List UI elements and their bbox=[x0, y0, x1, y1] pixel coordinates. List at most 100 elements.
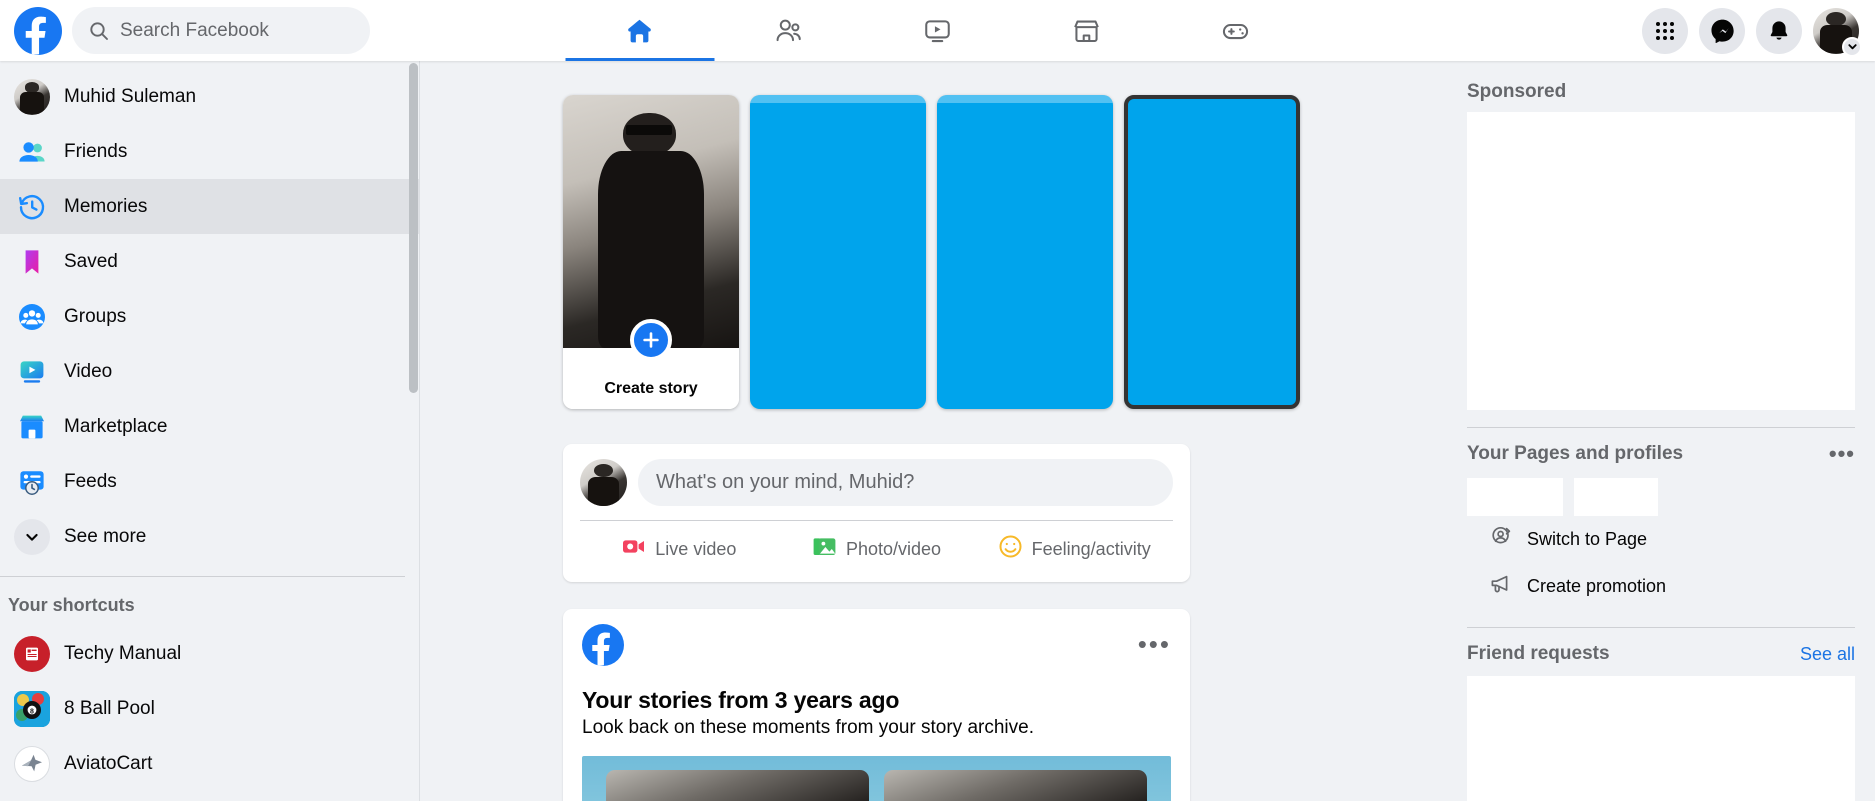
create-promotion-button[interactable]: Create promotion bbox=[1467, 563, 1855, 610]
megaphone-icon bbox=[1489, 572, 1513, 601]
sidebar-item-groups[interactable]: Groups bbox=[6, 289, 413, 344]
plus-icon bbox=[630, 319, 672, 361]
svg-text:8: 8 bbox=[30, 708, 34, 715]
tab-friends[interactable] bbox=[714, 0, 863, 61]
search-input[interactable]: Search Facebook bbox=[72, 7, 370, 54]
rightbar-divider-2 bbox=[1467, 627, 1855, 628]
composer-placeholder: What's on your mind, Muhid? bbox=[656, 471, 915, 493]
facebook-logo-icon[interactable] bbox=[14, 6, 62, 55]
sponsored-ad-slot[interactable] bbox=[1467, 112, 1855, 410]
chevron-down-icon bbox=[1842, 36, 1862, 57]
sidebar-item-marketplace[interactable]: Marketplace bbox=[6, 399, 413, 454]
pages-thumbnails bbox=[1467, 478, 1855, 516]
tab-home[interactable] bbox=[565, 0, 714, 61]
tab-video[interactable] bbox=[863, 0, 1012, 61]
story-card-3[interactable] bbox=[937, 95, 1113, 409]
video-icon bbox=[14, 354, 50, 390]
shortcut-label: AviatoCart bbox=[64, 752, 153, 774]
page-thumbnail[interactable] bbox=[1574, 478, 1658, 516]
topbar-nav-tabs bbox=[565, 0, 1310, 61]
composer-top-row: What's on your mind, Muhid? bbox=[580, 459, 1173, 506]
shortcut-item-aviatocart[interactable]: AviatoCart bbox=[6, 736, 413, 791]
tab-gaming[interactable] bbox=[1161, 0, 1310, 61]
search-icon bbox=[89, 21, 109, 41]
pages-label: Your Pages and profiles bbox=[1467, 443, 1684, 464]
account-avatar[interactable] bbox=[1813, 7, 1862, 57]
profile-avatar-icon bbox=[14, 78, 50, 115]
post-title: Your stories from 3 years ago bbox=[582, 687, 900, 713]
sidebar-item-memories[interactable]: Memories bbox=[0, 179, 419, 234]
sponsored-heading: Sponsored bbox=[1467, 81, 1855, 103]
composer-avatar bbox=[580, 459, 627, 506]
messenger-icon[interactable] bbox=[1699, 7, 1745, 54]
sidebar-item-feeds[interactable]: Feeds bbox=[6, 454, 413, 509]
facebook-logo-icon bbox=[582, 624, 624, 671]
post-menu-icon[interactable]: ••• bbox=[1138, 624, 1171, 657]
smiley-icon bbox=[998, 534, 1023, 564]
topbar-right-group bbox=[1642, 0, 1862, 61]
friends-icon bbox=[14, 134, 50, 170]
switch-to-page-label: Switch to Page bbox=[1527, 529, 1648, 549]
create-story-background bbox=[563, 95, 739, 348]
feeling-activity-button[interactable]: Feeling/activity bbox=[975, 525, 1173, 573]
chevron-down-icon bbox=[14, 518, 50, 555]
switch-to-page-button[interactable]: Switch to Page bbox=[1467, 516, 1855, 563]
feeds-icon bbox=[14, 464, 50, 500]
sidebar-item-profile[interactable]: Muhid Suleman bbox=[6, 69, 413, 124]
post-thumbnail[interactable] bbox=[884, 770, 1147, 801]
story-card-4[interactable] bbox=[1124, 95, 1300, 409]
create-post-input[interactable]: What's on your mind, Muhid? bbox=[638, 459, 1173, 506]
sidebar-divider bbox=[0, 576, 405, 577]
sidebar-item-see-more[interactable]: See more bbox=[6, 509, 413, 564]
post-media-strip[interactable] bbox=[582, 756, 1171, 801]
ellipsis-icon[interactable]: ••• bbox=[1829, 443, 1855, 465]
switch-page-icon bbox=[1489, 525, 1513, 554]
composer-actions: Live video Photo/video Feeling/activity bbox=[580, 525, 1173, 573]
sidebar-scroll-area: Muhid Suleman Friends Memories Saved Gro… bbox=[0, 61, 419, 791]
rightbar-divider-1 bbox=[1467, 427, 1855, 428]
page-thumbnail[interactable] bbox=[1467, 478, 1563, 516]
friend-requests-heading: Friend requests See all bbox=[1467, 643, 1855, 665]
post-card-memories: ••• Your stories from 3 years ago Look b… bbox=[563, 609, 1190, 801]
friend-requests-label: Friend requests bbox=[1467, 643, 1610, 664]
story-photo-detail bbox=[626, 125, 673, 136]
story-placeholder-top bbox=[937, 95, 1113, 103]
tab-marketplace[interactable] bbox=[1012, 0, 1161, 61]
sidebar-item-friends[interactable]: Friends bbox=[6, 124, 413, 179]
memories-clock-icon bbox=[14, 189, 50, 225]
live-video-icon bbox=[621, 534, 646, 564]
saved-bookmark-icon bbox=[14, 244, 50, 280]
photo-video-icon bbox=[812, 534, 837, 564]
techy-manual-icon bbox=[14, 635, 50, 672]
bell-icon[interactable] bbox=[1756, 7, 1802, 54]
create-promotion-label: Create promotion bbox=[1527, 576, 1667, 596]
sidebar-item-label: Saved bbox=[64, 250, 118, 272]
stories-tray: Create story bbox=[563, 95, 1429, 409]
sidebar-item-saved[interactable]: Saved bbox=[6, 234, 413, 289]
photo-video-label: Photo/video bbox=[845, 538, 942, 559]
friend-requests-list[interactable] bbox=[1467, 676, 1855, 801]
right-sidebar: Sponsored Your Pages and profiles ••• Sw… bbox=[1445, 61, 1875, 801]
shortcut-item-techy-manual[interactable]: Techy Manual bbox=[6, 626, 413, 681]
sidebar-item-label: See more bbox=[64, 525, 147, 547]
sidebar-item-label: Video bbox=[64, 360, 113, 382]
shortcuts-heading: Your shortcuts bbox=[8, 595, 135, 615]
sidebar-item-label: Groups bbox=[64, 305, 127, 327]
sidebar-item-video[interactable]: Video bbox=[6, 344, 413, 399]
live-video-button[interactable]: Live video bbox=[580, 525, 778, 573]
sidebar-scrollbar[interactable] bbox=[409, 63, 418, 393]
story-card-2[interactable] bbox=[750, 95, 926, 409]
grid-menu-icon[interactable] bbox=[1642, 7, 1688, 54]
sidebar-item-label: Muhid Suleman bbox=[64, 85, 197, 107]
post-subtitle: Look back on these moments from your sto… bbox=[582, 717, 1034, 738]
shortcut-item-8-ball-pool[interactable]: 8 8 Ball Pool bbox=[6, 681, 413, 736]
sponsored-label: Sponsored bbox=[1467, 81, 1567, 102]
photo-video-button[interactable]: Photo/video bbox=[778, 525, 976, 573]
shortcut-label: Techy Manual bbox=[64, 642, 182, 664]
create-story-card[interactable]: Create story bbox=[563, 95, 739, 409]
live-video-label: Live video bbox=[655, 538, 737, 559]
pages-heading: Your Pages and profiles ••• bbox=[1467, 443, 1855, 465]
post-header: ••• bbox=[563, 624, 1190, 671]
post-thumbnail[interactable] bbox=[606, 770, 869, 801]
friend-requests-see-all[interactable]: See all bbox=[1800, 644, 1855, 665]
